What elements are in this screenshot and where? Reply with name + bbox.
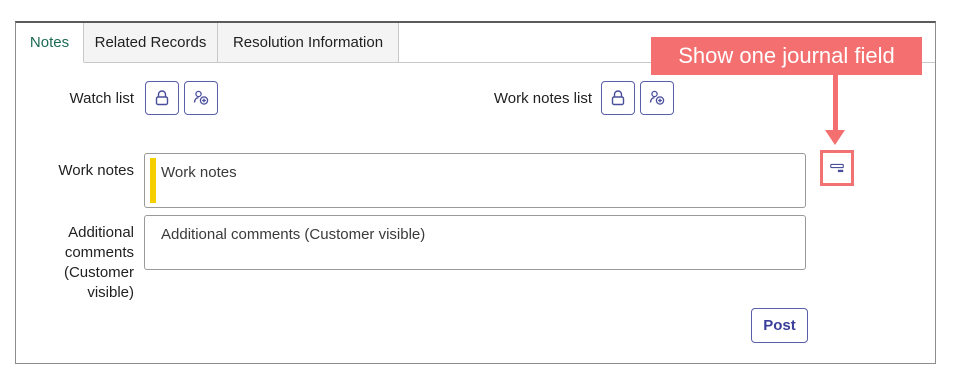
annotation-arrow-head [825, 130, 845, 145]
annotation-callout: Show one journal field [651, 37, 922, 75]
tab-notes[interactable]: Notes [16, 23, 84, 63]
add-user-icon [649, 90, 665, 105]
show-one-journal-field-button[interactable] [820, 150, 854, 186]
watch-list-add-user-button[interactable] [184, 81, 218, 115]
annotation-callout-text: Show one journal field [678, 43, 895, 68]
tab-resolution-information[interactable]: Resolution Information [218, 23, 399, 63]
lock-icon [155, 90, 169, 106]
post-button[interactable]: Post [751, 308, 808, 343]
additional-comments-label: Additional comments (Customer visible) [36, 223, 134, 303]
additional-comments-label-line: comments [64, 244, 134, 261]
tab-notes-label: Notes [29, 34, 70, 51]
watch-list-lock-button[interactable] [145, 81, 179, 115]
work-notes-indicator-bar [150, 158, 156, 203]
work-notes-list-lock-button[interactable] [601, 81, 635, 115]
additional-comments-placeholder: Additional comments (Customer visible) [161, 226, 426, 243]
tab-bar: Notes Related Records Resolution Informa… [16, 23, 399, 63]
annotation-arrow-shaft [833, 75, 838, 135]
additional-comments-label-line: (Customer [63, 264, 134, 281]
tab-resolution-information-label: Resolution Information [232, 34, 384, 51]
additional-comments-label-line: visible) [87, 284, 134, 301]
work-notes-list-add-user-button[interactable] [640, 81, 674, 115]
tab-related-records-label: Related Records [94, 34, 207, 51]
tab-related-records[interactable]: Related Records [84, 23, 218, 63]
work-notes-list-label: Work notes list [493, 90, 592, 107]
lock-icon [611, 90, 625, 106]
add-user-icon [193, 90, 209, 105]
work-notes-label: Work notes [58, 162, 134, 179]
additional-comments-input[interactable]: Additional comments (Customer visible) [144, 215, 806, 270]
work-notes-placeholder: Work notes [161, 164, 237, 181]
single-journal-field-icon [830, 163, 844, 173]
additional-comments-label-line: Additional [68, 224, 134, 241]
work-notes-input[interactable]: Work notes [144, 153, 806, 208]
watch-list-label: Watch list [69, 90, 134, 107]
